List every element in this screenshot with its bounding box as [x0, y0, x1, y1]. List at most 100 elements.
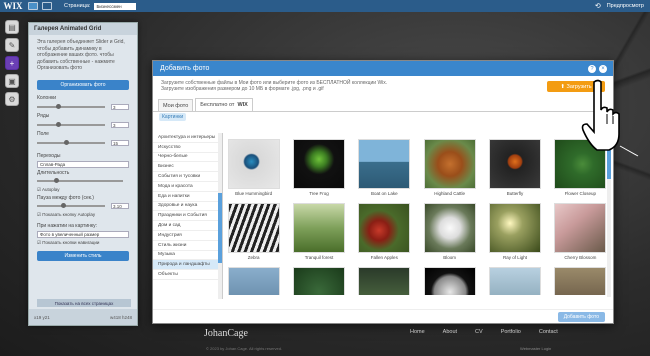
rows-label: Ряды	[37, 113, 50, 119]
category-item[interactable]: Объекты	[153, 270, 222, 280]
frog-photo[interactable]	[292, 139, 345, 189]
category-item[interactable]: Музыка	[153, 251, 222, 261]
photo-item[interactable]	[554, 267, 607, 295]
photo[interactable]	[554, 267, 607, 295]
tab-my-photos[interactable]: Мои фото	[158, 99, 194, 111]
bloom-photo[interactable]	[423, 203, 476, 253]
show-nav-label: Показать кнопки навигации	[42, 239, 100, 245]
apples-photo[interactable]	[358, 203, 411, 253]
boat-photo[interactable]	[358, 139, 411, 189]
category-item[interactable]: События и тусовки	[153, 172, 222, 182]
site-nav-item[interactable]: Contact	[539, 329, 558, 335]
media-icon[interactable]: ▣	[5, 74, 19, 88]
photo-caption: Flower Closeup	[564, 191, 596, 196]
hummingbird-photo[interactable]	[227, 139, 280, 189]
photo-item[interactable]	[358, 267, 411, 295]
pause-slider[interactable]	[37, 203, 105, 208]
settings-icon[interactable]: ⚙	[5, 92, 19, 106]
category-item[interactable]: Бизнес	[153, 162, 222, 173]
add-photo-button[interactable]: Добавить фото	[557, 311, 605, 322]
photo-item[interactable]	[292, 267, 345, 295]
help-icon[interactable]: ?	[588, 64, 596, 73]
photo-item[interactable]: Butterfly	[488, 139, 541, 197]
desktop-view-icon[interactable]	[28, 2, 38, 10]
category-item[interactable]: Природа и ландшафты	[153, 260, 222, 271]
mobile-view-icon[interactable]	[42, 2, 52, 10]
add-icon[interactable]: +	[5, 56, 19, 70]
webmaster-login-link[interactable]: Webmaster Login	[520, 346, 551, 351]
show-autoplay-checkbox[interactable]: ☑ Показать кнопку Autoplay	[29, 211, 137, 219]
light-photo[interactable]	[488, 203, 541, 253]
duration-slider[interactable]	[37, 178, 123, 183]
panel-title: Галерея Animated Grid	[29, 23, 137, 35]
photo-item[interactable]: Bloom	[423, 203, 476, 261]
category-item[interactable]: Архитектура и интерьеры	[153, 133, 222, 143]
tab-free-label: Бесплатно от	[200, 102, 235, 108]
preview-button[interactable]: Предпросмотр	[607, 3, 644, 9]
pages-icon[interactable]: ▤	[5, 20, 19, 34]
category-item[interactable]: Здоровье и наука	[153, 202, 222, 212]
photo-item[interactable]	[488, 267, 541, 295]
photo-item[interactable]: Highland Cattle	[423, 139, 476, 197]
category-item[interactable]: Искусство	[153, 143, 222, 153]
blossom-photo[interactable]	[554, 203, 607, 253]
rows-slider[interactable]	[37, 122, 105, 127]
on-click-select[interactable]: Фото в увеличенный размер	[37, 230, 129, 238]
category-item[interactable]: Еда и напитки	[153, 192, 222, 202]
butterfly-photo[interactable]	[488, 139, 541, 189]
photo-caption: Butterfly	[506, 191, 524, 196]
photo-item[interactable]	[227, 267, 280, 295]
pause-value[interactable]: 3.10	[111, 203, 129, 209]
category-item[interactable]: Индустрия	[153, 231, 222, 241]
category-item[interactable]: Дом и сад	[153, 221, 222, 231]
show-nav-checkbox[interactable]: ☑ Показать кнопки навигации	[29, 239, 137, 247]
category-item[interactable]: Мода и красота	[153, 182, 222, 192]
margin-value[interactable]: 15	[111, 140, 129, 146]
photo-item[interactable]: Blue Hummingbird	[227, 139, 280, 197]
forest-photo[interactable]	[292, 203, 345, 253]
pictures-chip[interactable]: Картинки	[159, 113, 187, 121]
photo[interactable]	[292, 267, 345, 295]
photo-item[interactable]: Tree Frog	[292, 139, 345, 197]
duration-label: Длительность	[37, 169, 70, 176]
design-icon[interactable]: ✎	[5, 38, 19, 52]
grid-scrollbar[interactable]	[607, 139, 611, 297]
photo[interactable]	[423, 267, 476, 295]
autoplay-checkbox[interactable]: ☑ Autoplay	[29, 186, 137, 194]
margin-slider[interactable]	[37, 140, 105, 145]
photo-item[interactable]: Tranquil forest	[292, 203, 345, 261]
category-item[interactable]: Праздники и События	[153, 211, 222, 222]
undo-icon[interactable]: ⟲	[595, 2, 601, 10]
show-all-pages-button[interactable]: Показать на всех страницах	[37, 299, 131, 307]
photo-item[interactable]: Zebra	[227, 203, 280, 261]
photo[interactable]	[358, 267, 411, 295]
columns-slider[interactable]	[37, 104, 105, 109]
site-nav-item[interactable]: About	[443, 329, 457, 335]
photo-item[interactable]: Ray of Light	[488, 203, 541, 261]
photo-item[interactable]: Cherry Blossom	[554, 203, 607, 261]
photo-item[interactable]	[423, 267, 476, 295]
rows-value[interactable]: 3	[111, 122, 129, 128]
photo-item[interactable]: Fallen Apples	[358, 203, 411, 261]
photo[interactable]	[488, 267, 541, 295]
wix-brand-mark: WIX	[237, 102, 248, 108]
site-nav-item[interactable]: CV	[475, 329, 483, 335]
photo[interactable]	[227, 267, 280, 295]
page-select[interactable]: Бизнессмен	[94, 2, 137, 10]
cattle-photo[interactable]	[423, 139, 476, 189]
tab-free-from-wix[interactable]: Бесплатно от WIX	[195, 98, 253, 111]
site-name: JohanCage	[204, 328, 248, 339]
rows-label-row: Ряды	[29, 112, 137, 121]
transition-select[interactable]: Сплав-Рада	[37, 160, 129, 168]
category-item[interactable]: Черно-белые	[153, 153, 222, 163]
site-nav-item[interactable]: Home	[410, 329, 425, 335]
category-scrollbar[interactable]	[218, 133, 222, 299]
category-item[interactable]: Стиль жизни	[153, 241, 222, 251]
change-style-button[interactable]: Изменить стиль	[37, 250, 129, 261]
zebra-photo[interactable]	[227, 203, 280, 253]
photo-item[interactable]: Boat on Lake	[358, 139, 411, 197]
columns-value[interactable]: 3	[111, 104, 129, 110]
site-nav-item[interactable]: Portfolio	[501, 329, 521, 335]
organize-photos-button[interactable]: Организовать фото	[37, 79, 129, 90]
close-icon[interactable]: ×	[599, 64, 607, 73]
